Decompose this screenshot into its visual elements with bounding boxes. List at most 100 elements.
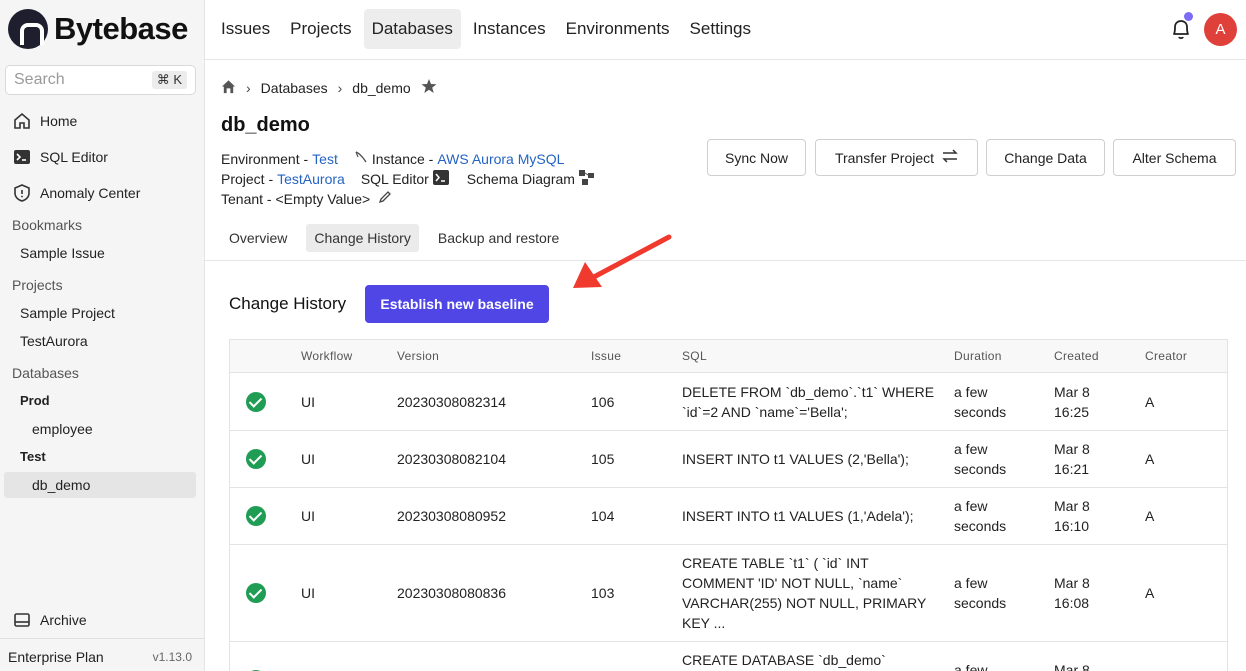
- sidebar-divider: [0, 638, 205, 639]
- sidebar-item-db-demo[interactable]: db_demo: [32, 477, 90, 493]
- bookmarks-heading: Bookmarks: [12, 217, 83, 233]
- instance-link[interactable]: AWS Aurora MySQL: [437, 151, 564, 167]
- tab-change-history[interactable]: Change History: [306, 224, 419, 252]
- env-prod-label: Prod: [20, 393, 50, 408]
- row-version: 20230308082104: [397, 451, 507, 467]
- row-workflow: UI: [301, 451, 315, 467]
- home-icon[interactable]: [221, 79, 236, 97]
- chevron-right-icon: ›: [246, 79, 251, 96]
- row-version: 20230308080952: [397, 508, 507, 524]
- row-sql: INSERT INTO t1 VALUES (1,'Adela');: [682, 508, 914, 524]
- row-issue-link[interactable]: 104: [591, 506, 614, 526]
- row-created: Mar 8 16:25: [1054, 384, 1090, 420]
- table-row[interactable]: UI 20230308082314 106 DELETE FROM `db_de…: [230, 374, 1227, 431]
- transfer-project-button[interactable]: Transfer Project: [815, 139, 978, 176]
- sidebar-item-label: Archive: [40, 612, 87, 628]
- bytebase-logo[interactable]: Bytebase: [8, 8, 188, 50]
- column-header-created[interactable]: Created: [1054, 349, 1099, 363]
- sidebar-item-sample-project[interactable]: Sample Project: [20, 305, 115, 321]
- diagram-icon[interactable]: [578, 170, 594, 188]
- column-header-sql[interactable]: SQL: [682, 349, 707, 363]
- env-test-label: Test: [20, 449, 46, 464]
- row-issue-link[interactable]: 105: [591, 449, 614, 469]
- row-sql: DELETE FROM `db_demo`.`t1` WHERE `id`=2 …: [682, 384, 935, 420]
- sidebar-item-archive[interactable]: Archive: [12, 610, 87, 630]
- avatar[interactable]: A: [1204, 13, 1237, 46]
- column-header-issue[interactable]: Issue: [591, 349, 621, 363]
- row-sql: INSERT INTO t1 VALUES (2,'Bella');: [682, 451, 909, 467]
- column-header-workflow[interactable]: Workflow: [301, 349, 353, 363]
- app-name: Bytebase: [54, 11, 188, 46]
- search-placeholder: Search: [14, 71, 65, 88]
- establish-baseline-button[interactable]: Establish new baseline: [365, 285, 549, 323]
- row-issue-link[interactable]: 106: [591, 392, 614, 412]
- column-header-version[interactable]: Version: [397, 349, 439, 363]
- column-header-creator[interactable]: Creator: [1145, 349, 1187, 363]
- table-row[interactable]: CREATE DATABASE `db_demo` a few Mar 8: [230, 642, 1227, 671]
- sidebar-item-testaurora[interactable]: TestAurora: [20, 333, 88, 349]
- project-label: Project -: [221, 171, 274, 187]
- annotation-arrow-icon: [573, 234, 672, 288]
- sidebar-item-anomaly-center[interactable]: Anomaly Center: [12, 183, 140, 203]
- transfer-icon: [942, 149, 958, 166]
- search-shortcut: ⌘ K: [151, 71, 187, 89]
- nav-databases[interactable]: Databases: [363, 9, 461, 49]
- breadcrumb-current: db_demo: [352, 79, 411, 96]
- sidebar-item-label: Anomaly Center: [40, 185, 141, 201]
- bookmark-sample-issue[interactable]: Sample Issue: [20, 245, 105, 261]
- table-row[interactable]: UI 20230308082104 105 INSERT INTO t1 VAL…: [230, 431, 1227, 488]
- nav-settings[interactable]: Settings: [682, 9, 759, 49]
- tab-backup-restore[interactable]: Backup and restore: [430, 224, 567, 252]
- top-navbar: Issues Projects Databases Instances Envi…: [205, 0, 1246, 60]
- row-version: 20230308080836: [397, 585, 507, 601]
- breadcrumb-databases[interactable]: Databases: [261, 80, 328, 96]
- sql-editor-link[interactable]: SQL Editor: [361, 171, 429, 187]
- table-row[interactable]: UI 20230308080836 103 CREATE TABLE `t1` …: [230, 545, 1227, 642]
- terminal-icon[interactable]: [432, 170, 449, 188]
- pencil-icon[interactable]: [378, 190, 392, 207]
- row-issue-link[interactable]: 103: [591, 583, 614, 603]
- project-link[interactable]: TestAurora: [277, 171, 345, 187]
- page-title: db_demo: [221, 114, 310, 136]
- plan-label[interactable]: Enterprise Plan: [8, 649, 104, 665]
- sidebar-item-home[interactable]: Home: [12, 111, 77, 131]
- row-creator: A: [1145, 585, 1155, 601]
- tab-bar: Overview Change History Backup and resto…: [221, 224, 567, 252]
- version-label: v1.13.0: [152, 650, 192, 664]
- table-header: Workflow Version Issue SQL Duration Crea…: [230, 340, 1227, 373]
- nav-issues[interactable]: Issues: [213, 9, 278, 49]
- row-duration: a few seconds: [954, 384, 1007, 420]
- environment-link[interactable]: Test: [312, 151, 338, 167]
- instance-engine-icon: [354, 150, 368, 167]
- alter-schema-button[interactable]: Alter Schema: [1113, 139, 1236, 176]
- row-creator: A: [1145, 508, 1155, 524]
- home-icon: [12, 111, 32, 131]
- archive-icon: [12, 610, 32, 630]
- row-duration: a few seconds: [954, 441, 1007, 477]
- environment-label: Environment -: [221, 150, 309, 167]
- section-title: Change History: [229, 294, 347, 313]
- sidebar-item-employee[interactable]: employee: [32, 421, 93, 437]
- row-version: 20230308082314: [397, 394, 507, 410]
- row-duration: a few seconds: [954, 575, 1007, 611]
- column-header-duration[interactable]: Duration: [954, 349, 1002, 363]
- nav-environments[interactable]: Environments: [558, 9, 678, 49]
- row-workflow: UI: [301, 585, 315, 601]
- row-created: Mar 8 16:08: [1054, 575, 1090, 611]
- sidebar: Bytebase Search ⌘ K Home SQL Editor Anom…: [0, 0, 205, 671]
- tab-overview[interactable]: Overview: [221, 224, 295, 252]
- row-sql: CREATE TABLE `t1` ( `id` INT COMMENT 'ID…: [682, 555, 927, 631]
- row-duration: a few: [954, 662, 988, 671]
- table-row[interactable]: UI 20230308080952 104 INSERT INTO t1 VAL…: [230, 488, 1227, 545]
- sidebar-item-sql-editor[interactable]: SQL Editor: [12, 147, 108, 167]
- schema-diagram-link[interactable]: Schema Diagram: [467, 171, 575, 187]
- change-data-button[interactable]: Change Data: [986, 139, 1105, 176]
- bytebase-logo-icon: [8, 9, 48, 49]
- notification-dot: [1184, 12, 1193, 21]
- search-input[interactable]: Search ⌘ K: [5, 65, 196, 95]
- sync-now-button[interactable]: Sync Now: [707, 139, 806, 176]
- nav-projects[interactable]: Projects: [282, 9, 359, 49]
- star-icon[interactable]: [421, 78, 437, 97]
- nav-instances[interactable]: Instances: [465, 9, 554, 49]
- meta-row-environment: Environment - Test Instance - AWS Aurora…: [221, 150, 564, 167]
